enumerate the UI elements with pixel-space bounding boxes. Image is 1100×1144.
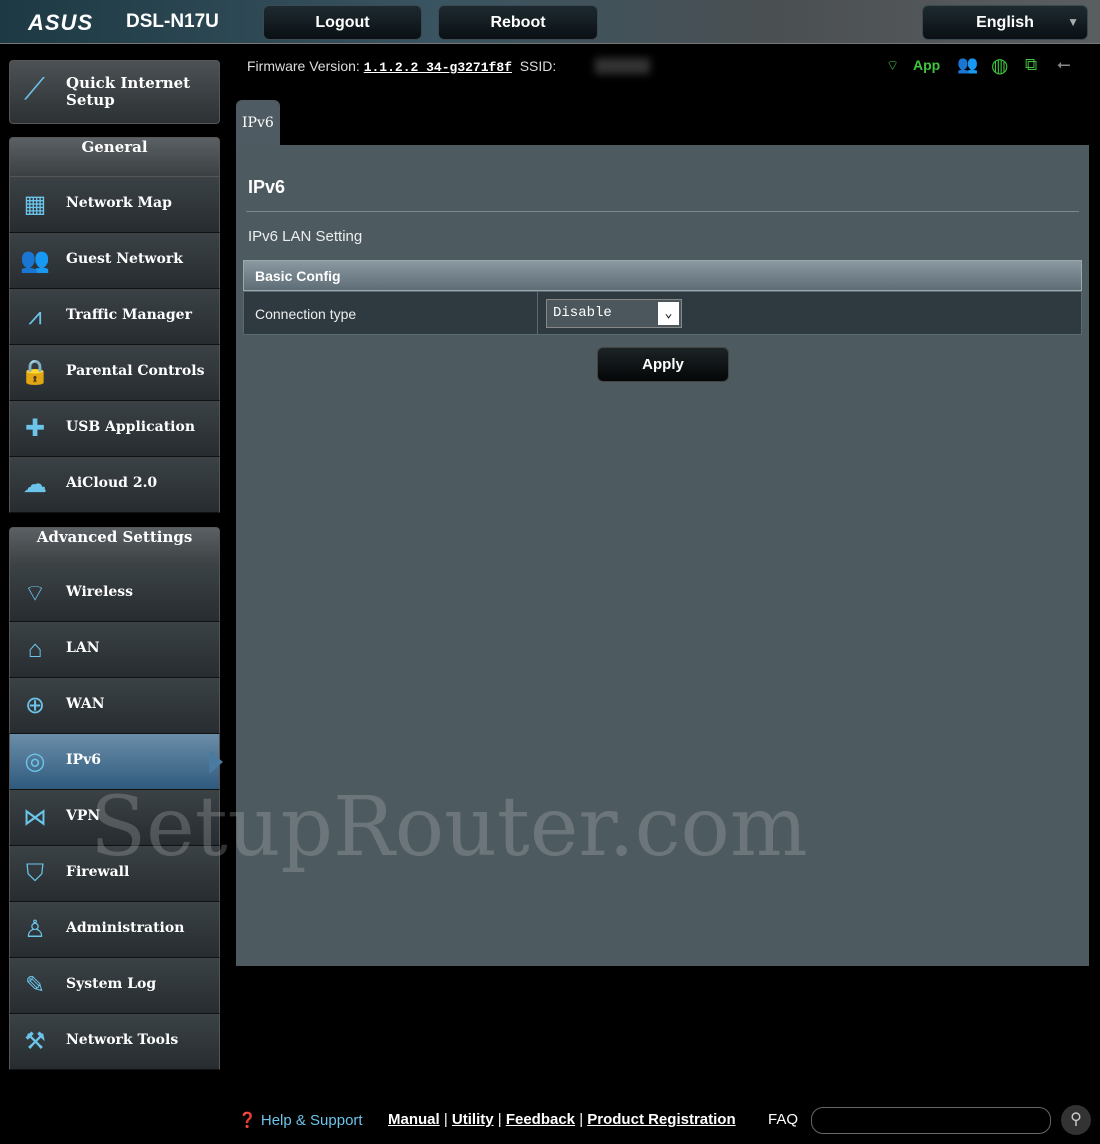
sidebar-item-label: Traffic Manager (66, 307, 192, 323)
sidebar-item-system-log[interactable]: ✎ System Log (9, 958, 220, 1014)
general-header: General (9, 137, 220, 177)
product-registration-link[interactable]: Product Registration (587, 1111, 735, 1128)
manual-link[interactable]: Manual (388, 1111, 440, 1128)
sidebar-item-guest-network[interactable]: 👥 Guest Network (9, 233, 220, 289)
wifi-icon[interactable]: ⌔ (886, 57, 899, 75)
logout-button[interactable]: Logout (263, 5, 422, 40)
sidebar-item-label: VPN (66, 808, 101, 824)
ipv6-icon: ◎ (24, 748, 46, 775)
sidebar-item-vpn[interactable]: ⋈ VPN (9, 790, 220, 846)
chevron-down-icon: ⌄ (658, 302, 679, 325)
divider (537, 292, 538, 334)
wifi-icon: ⌔ (23, 580, 47, 607)
section-header: Basic Config (243, 260, 1082, 291)
sidebar-item-network-tools[interactable]: ⚒ Network Tools (9, 1014, 220, 1070)
search-icon[interactable]: ⚲ (1061, 1105, 1091, 1135)
firmware-label: Firmware Version: (247, 58, 360, 74)
chevron-down-icon: ▼ (1067, 15, 1079, 29)
network-map-icon: ▦ (23, 191, 47, 218)
puzzle-icon: ✚ (24, 415, 46, 442)
sidebar-item-wireless[interactable]: ⌔ Wireless (9, 566, 220, 622)
sidebar-item-label: Firewall (66, 864, 130, 880)
sidebar-item-label: LAN (66, 640, 100, 656)
page-title: IPv6 (248, 177, 286, 197)
sidebar-item-aicloud-2-0[interactable]: ☁ AiCloud 2.0 (9, 457, 220, 513)
sidebar-item-traffic-manager[interactable]: ⩘ Traffic Manager (9, 289, 220, 345)
sidebar-item-lan[interactable]: ⌂ LAN (9, 622, 220, 678)
utility-link[interactable]: Utility (452, 1111, 494, 1128)
language-value: English (976, 14, 1034, 31)
sidebar-item-label: WAN (66, 696, 105, 712)
help-icon: ❓ (238, 1112, 257, 1129)
faq-search-input[interactable] (811, 1107, 1051, 1134)
asus-logo: ASUS (28, 10, 94, 35)
tools-icon: ⚒ (24, 1028, 46, 1055)
table-row: Connection type Disable ⌄ (243, 291, 1082, 335)
top-bar: ASUS DSL-N17U Logout Reboot English ▼ (0, 0, 1100, 44)
sidebar-item-label: Wireless (66, 584, 134, 600)
firmware-version-link[interactable]: 1.1.2.2_34-g3271f8f (364, 60, 512, 75)
app-link[interactable]: App (913, 57, 940, 73)
sidebar-item-label: USB Application (66, 419, 196, 435)
home-icon: ⌂ (27, 636, 43, 663)
sidebar-item-administration[interactable]: ♙ Administration (9, 902, 220, 958)
guest-network-icon: 👥 (20, 247, 50, 274)
sidebar-item-label: Network Tools (66, 1032, 179, 1048)
ssid-label: SSID: (519, 58, 557, 74)
help-label: Help & Support (260, 1112, 363, 1129)
sidebar-item-label: AiCloud 2.0 (66, 475, 158, 491)
usb-icon[interactable]: ⭠ (1057, 55, 1071, 75)
help-support: ❓ Help & Support (238, 1111, 363, 1129)
user-icon: ♙ (24, 916, 46, 943)
cloud-icon: ☁ (23, 471, 47, 498)
sidebar-item-wan[interactable]: ⊕ WAN (9, 678, 220, 734)
sidebar-item-label: Administration (66, 920, 185, 936)
sidebar-item-label: Parental Controls (66, 363, 205, 379)
connection-type-label: Connection type (255, 306, 357, 322)
shield-icon: ⛉ (26, 860, 44, 887)
firmware-info: Firmware Version: 1.1.2.2_34-g3271f8f SS… (247, 58, 556, 75)
lock-icon: 🔒 (20, 359, 50, 386)
footer-links: Manual | Utility | Feedback | Product Re… (388, 1111, 736, 1128)
clients-icon[interactable]: 👥 (957, 55, 978, 75)
main-panel: IPv6 IPv6 LAN Setting Basic Config Conne… (236, 145, 1089, 966)
quick-internet-setup-button[interactable]: ⟋ Quick Internet Setup (9, 60, 220, 124)
traffic-manager-icon: ⩘ (28, 303, 42, 330)
ssid-value-blurred (595, 58, 650, 74)
tab-ipv6[interactable]: IPv6 (236, 100, 280, 146)
sidebar-item-label: System Log (66, 976, 157, 992)
model-name: DSL-N17U (126, 11, 219, 32)
page-subtitle: IPv6 LAN Setting (248, 228, 363, 245)
connection-type-select[interactable]: Disable ⌄ (546, 299, 682, 328)
globe-icon: ⊕ (24, 692, 46, 719)
magic-wand-icon: ⟋ (24, 73, 45, 106)
vpn-icon: ⋈ (23, 804, 47, 831)
feedback-link[interactable]: Feedback (506, 1111, 575, 1128)
sidebar-item-parental-controls[interactable]: 🔒 Parental Controls (9, 345, 220, 401)
language-select[interactable]: English ▼ (922, 5, 1088, 40)
sidebar-item-ipv6[interactable]: ◎ IPv6 (9, 734, 223, 790)
reboot-button[interactable]: Reboot (438, 5, 598, 40)
sidebar-item-label: IPv6 (66, 752, 101, 768)
devices-icon[interactable]: ⧉ (1025, 55, 1037, 75)
internet-globe-icon[interactable]: ◍ (991, 53, 1008, 78)
sidebar-item-firewall[interactable]: ⛉ Firewall (9, 846, 220, 902)
sidebar-item-usb-application[interactable]: ✚ USB Application (9, 401, 220, 457)
sidebar-item-network-map[interactable]: ▦ Network Map (9, 177, 220, 233)
connection-type-value: Disable (553, 305, 612, 321)
divider (246, 211, 1079, 212)
apply-button[interactable]: Apply (597, 347, 729, 382)
log-icon: ✎ (24, 972, 46, 999)
sidebar-item-label: Guest Network (66, 251, 183, 267)
faq-label: FAQ (768, 1111, 799, 1128)
advanced-settings-header: Advanced Settings (9, 527, 220, 567)
quick-setup-label: Quick Internet Setup (66, 74, 191, 109)
sidebar-item-label: Network Map (66, 195, 172, 211)
